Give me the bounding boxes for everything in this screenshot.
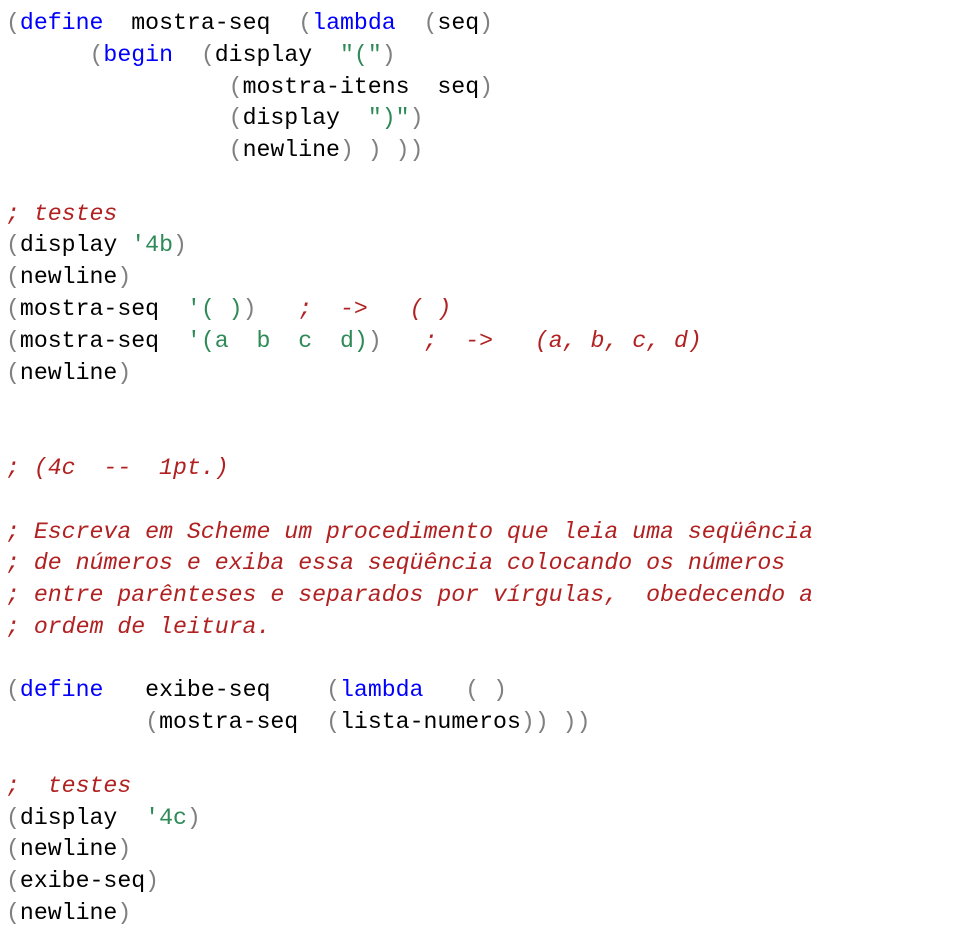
paren: ( xyxy=(6,296,20,322)
paren: ) xyxy=(479,10,493,36)
space xyxy=(298,709,326,735)
comment: ; de números e exiba essa seqüência colo… xyxy=(6,550,785,576)
paren: ( xyxy=(201,42,215,68)
paren: ( xyxy=(229,105,243,131)
identifier: newline xyxy=(20,264,117,290)
comment: ; Escreva em Scheme um procedimento que … xyxy=(6,519,813,545)
quoted-literal: '4c xyxy=(145,805,187,831)
paren: ) xyxy=(145,868,159,894)
identifier: display xyxy=(20,232,117,258)
identifier: lista-numeros xyxy=(340,709,521,735)
paren: ( xyxy=(6,10,20,36)
paren: ) xyxy=(117,264,131,290)
keyword-lambda: lambda xyxy=(312,10,396,36)
quoted-literal: '( ) xyxy=(187,296,243,322)
space xyxy=(117,232,131,258)
identifier: newline xyxy=(20,360,117,386)
space xyxy=(159,296,187,322)
identifier: seq xyxy=(437,10,479,36)
identifier: exibe-seq xyxy=(103,677,326,703)
paren: ( xyxy=(6,264,20,290)
space xyxy=(340,105,368,131)
indent xyxy=(6,137,229,163)
paren: ( xyxy=(326,677,340,703)
comment: ; testes xyxy=(6,773,131,799)
comment: ; ordem de leitura. xyxy=(6,614,270,640)
paren: ( xyxy=(229,137,243,163)
identifier: newline xyxy=(20,900,117,926)
identifier: exibe-seq xyxy=(20,868,145,894)
paren: ) xyxy=(117,836,131,862)
comment: ; testes xyxy=(6,201,117,227)
paren: ) xyxy=(117,360,131,386)
paren: ) xyxy=(173,232,187,258)
comment: ; entre parênteses e separados por vírgu… xyxy=(6,582,813,608)
paren: ( xyxy=(6,360,20,386)
paren: ) xyxy=(243,296,299,322)
identifier: newline xyxy=(20,836,117,862)
keyword-define: define xyxy=(20,10,104,36)
code-block: (define mostra-seq (lambda (seq) (begin … xyxy=(0,0,960,938)
paren: ) ) )) xyxy=(340,137,424,163)
paren: ( xyxy=(424,10,438,36)
indent xyxy=(6,74,229,100)
paren: ) xyxy=(382,42,396,68)
paren: ) xyxy=(117,900,131,926)
space xyxy=(423,677,465,703)
comment: ; -> (a, b, c, d) xyxy=(424,328,702,354)
paren: ) xyxy=(410,105,424,131)
paren: ( xyxy=(90,42,104,68)
identifier: mostra-seq xyxy=(103,10,298,36)
paren: ( ) xyxy=(465,677,507,703)
identifier: display xyxy=(20,805,117,831)
identifier: newline xyxy=(243,137,340,163)
paren: ( xyxy=(6,677,20,703)
space xyxy=(173,42,201,68)
quoted-literal: '4b xyxy=(131,232,173,258)
paren: ( xyxy=(229,74,243,100)
space xyxy=(117,805,145,831)
keyword-begin: begin xyxy=(103,42,173,68)
comment: ; (4c -- 1pt.) xyxy=(6,455,229,481)
paren: ( xyxy=(6,232,20,258)
identifier: mostra-seq xyxy=(20,296,159,322)
paren: ( xyxy=(298,10,312,36)
paren: ( xyxy=(6,900,20,926)
keyword-lambda: lambda xyxy=(340,677,424,703)
paren: ( xyxy=(6,805,20,831)
paren: ( xyxy=(6,836,20,862)
string-literal: "(" xyxy=(340,42,382,68)
paren: ( xyxy=(6,328,20,354)
identifier: mostra-itens seq xyxy=(243,74,480,100)
indent xyxy=(6,105,229,131)
identifier: display xyxy=(215,42,312,68)
paren: ( xyxy=(326,709,340,735)
quoted-literal: '(a b c d) xyxy=(187,328,368,354)
identifier: mostra-seq xyxy=(159,709,298,735)
identifier: display xyxy=(243,105,340,131)
paren: ) xyxy=(187,805,201,831)
paren: ( xyxy=(6,868,20,894)
paren: ( xyxy=(145,709,159,735)
paren: )) )) xyxy=(521,709,591,735)
space xyxy=(312,42,340,68)
space xyxy=(159,328,187,354)
comment: ; -> ( ) xyxy=(298,296,451,322)
indent xyxy=(6,709,145,735)
paren: ) xyxy=(479,74,493,100)
keyword-define: define xyxy=(20,677,104,703)
indent xyxy=(6,42,90,68)
space xyxy=(396,10,424,36)
identifier: mostra-seq xyxy=(20,328,159,354)
string-literal: ")" xyxy=(368,105,410,131)
paren: ) xyxy=(368,328,424,354)
